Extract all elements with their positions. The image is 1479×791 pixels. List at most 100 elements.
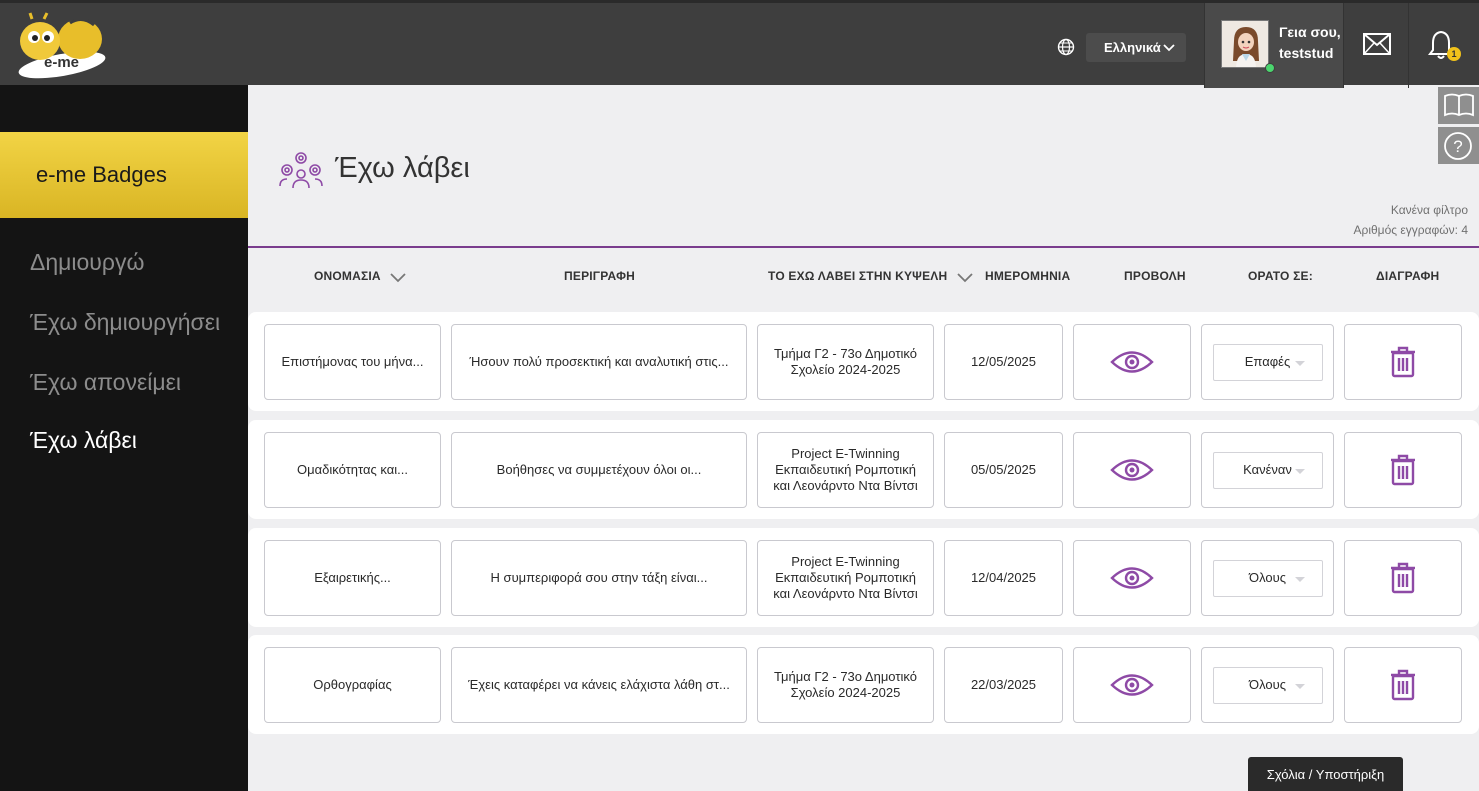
dropdown-arrow-icon xyxy=(1294,576,1305,582)
title-divider xyxy=(248,246,1479,248)
visibility-select[interactable]: Επαφές xyxy=(1212,343,1323,381)
badge-date: 12/05/2025 xyxy=(970,354,1037,369)
sidebar: e-me Badges Δημιουργώ Έχω δημιουργήσει Έ… xyxy=(0,85,248,791)
view-badge-button[interactable] xyxy=(1073,432,1191,508)
table-row: Εξαιρετικής... Η συμπεριφορά σου στην τά… xyxy=(248,528,1479,627)
badge-name: Εξαιρετικής... xyxy=(314,570,391,585)
view-badge-button[interactable] xyxy=(1073,324,1191,400)
e-me-logo[interactable]: e-me xyxy=(10,11,110,79)
view-badge-button[interactable] xyxy=(1073,540,1191,616)
column-header-date: ΗΜΕΡΟΜΗΝΙΑ xyxy=(985,269,1071,283)
records-count: Αριθμός εγγραφών: 4 xyxy=(1353,223,1468,237)
delete-badge-button[interactable] xyxy=(1344,540,1462,616)
badge-description: Βοήθησες να συμμετέχουν όλοι οι... xyxy=(496,462,702,477)
visibility-select[interactable]: Κανέναν xyxy=(1212,451,1323,489)
sidebar-item-create[interactable]: Δημιουργώ xyxy=(30,249,144,276)
badge-hive: Project E-Twinning Εκπαιδευτική Ρομποτικ… xyxy=(773,446,918,493)
badge-name: Επιστήμονας του μήνα... xyxy=(281,354,424,369)
delete-badge-button[interactable] xyxy=(1344,324,1462,400)
column-header-name[interactable]: ΟΝΟΜΑΣΙΑ xyxy=(314,269,406,283)
badge-hive-cell: Project E-Twinning Εκπαιδευτική Ρομποτικ… xyxy=(757,540,934,616)
column-header-hive-label: ΤΟ ΕΧΩ ΛΑΒΕΙ ΣΤΗΝ ΚΥΨΕΛΗ xyxy=(768,269,948,283)
badge-name: Ορθογραφίας xyxy=(313,677,392,692)
visibility-value: Επαφές xyxy=(1244,354,1291,369)
badge-date-cell: 05/05/2025 xyxy=(944,432,1063,508)
table-row: Ομαδικότητας και... Βοήθησες να συμμετέχ… xyxy=(248,420,1479,519)
sort-chevron-icon xyxy=(390,273,406,283)
badge-date-cell: 12/05/2025 xyxy=(944,324,1063,400)
trash-icon xyxy=(1391,454,1415,486)
visibility-cell: Όλους xyxy=(1201,540,1334,616)
badge-description: Ήσουν πολύ προσεκτική και αναλυτική στις… xyxy=(469,354,729,369)
trash-icon xyxy=(1391,562,1415,594)
badge-hive-cell: Project E-Twinning Εκπαιδευτική Ρομποτικ… xyxy=(757,432,934,508)
badge-description: Η συμπεριφορά σου στην τάξη είναι... xyxy=(490,570,708,585)
online-status-indicator xyxy=(1265,63,1275,73)
badge-date-cell: 12/04/2025 xyxy=(944,540,1063,616)
user-greeting: Γεια σου, teststud xyxy=(1279,22,1341,64)
column-header-view: ΠΡΟΒΟΛΗ xyxy=(1124,269,1186,283)
eye-icon xyxy=(1110,567,1154,589)
messages-button[interactable] xyxy=(1345,3,1409,88)
mail-icon xyxy=(1363,33,1391,55)
sidebar-app-title[interactable]: e-me Badges xyxy=(0,132,248,218)
table-row: Ορθογραφίας Έχεις καταφέρει να κάνεις ελ… xyxy=(248,635,1479,734)
visibility-value: Όλους xyxy=(1249,570,1286,585)
visibility-cell: Επαφές xyxy=(1201,324,1334,400)
badge-date: 12/04/2025 xyxy=(970,570,1037,585)
column-header-visibility: ΟΡΑΤΟ ΣΕ: xyxy=(1248,269,1313,283)
trash-icon xyxy=(1391,669,1415,701)
sidebar-item-created[interactable]: Έχω δημιουργήσει xyxy=(30,309,220,336)
sidebar-item-received[interactable]: Έχω λάβει xyxy=(30,427,137,454)
user-menu[interactable]: Γεια σου, teststud xyxy=(1204,3,1344,88)
view-badge-button[interactable] xyxy=(1073,647,1191,723)
logo-text: e-me xyxy=(44,54,79,71)
badge-hive-cell: Τμήμα Γ2 - 73ο Δημοτικό Σχολείο 2024-202… xyxy=(757,647,934,723)
eye-icon xyxy=(1110,459,1154,481)
sidebar-item-awarded[interactable]: Έχω απονείμει xyxy=(30,369,181,396)
globe-icon xyxy=(1057,38,1075,56)
badge-date-cell: 22/03/2025 xyxy=(944,647,1063,723)
delete-badge-button[interactable] xyxy=(1344,432,1462,508)
chevron-down-icon xyxy=(1163,44,1175,52)
svg-text:?: ? xyxy=(1453,137,1462,156)
delete-badge-button[interactable] xyxy=(1344,647,1462,723)
manual-button[interactable] xyxy=(1438,87,1479,124)
visibility-value: Όλους xyxy=(1249,677,1286,692)
badge-description-cell: Έχεις καταφέρει να κάνεις ελάχιστα λάθη … xyxy=(451,647,747,723)
avatar xyxy=(1221,20,1269,68)
badge-hive: Project E-Twinning Εκπαιδευτική Ρομποτικ… xyxy=(773,554,918,601)
badge-name-cell: Εξαιρετικής... xyxy=(264,540,441,616)
filter-status: Κανένα φίλτρο xyxy=(1390,203,1468,217)
visibility-select[interactable]: Όλους xyxy=(1212,559,1323,597)
language-label: Ελληνικά xyxy=(1104,40,1161,55)
sort-chevron-icon xyxy=(957,273,973,283)
eye-icon xyxy=(1110,351,1154,373)
badge-name-cell: Ομαδικότητας και... xyxy=(264,432,441,508)
trash-icon xyxy=(1391,346,1415,378)
visibility-select[interactable]: Όλους xyxy=(1212,666,1323,704)
column-header-delete: ΔΙΑΓΡΑΦΗ xyxy=(1376,269,1440,283)
help-button[interactable]: ? xyxy=(1438,127,1479,164)
eye-icon xyxy=(1110,674,1154,696)
page-title: Έχω λάβει xyxy=(335,152,470,184)
badges-icon xyxy=(279,152,323,189)
top-bar: e-me Ελληνικά Γεια σου, teststud 1 xyxy=(0,0,1479,88)
column-header-name-label: ΟΝΟΜΑΣΙΑ xyxy=(314,269,381,283)
book-icon xyxy=(1444,93,1474,117)
badge-hive: Τμήμα Γ2 - 73ο Δημοτικό Σχολείο 2024-202… xyxy=(774,669,917,700)
badge-date: 22/03/2025 xyxy=(970,677,1037,692)
badge-hive-cell: Τμήμα Γ2 - 73ο Δημοτικό Σχολείο 2024-202… xyxy=(757,324,934,400)
column-header-hive[interactable]: ΤΟ ΕΧΩ ΛΑΒΕΙ ΣΤΗΝ ΚΥΨΕΛΗ xyxy=(768,269,973,283)
badge-description-cell: Η συμπεριφορά σου στην τάξη είναι... xyxy=(451,540,747,616)
dropdown-arrow-icon xyxy=(1294,468,1305,474)
notifications-button[interactable]: 1 xyxy=(1410,3,1479,88)
feedback-support-button[interactable]: Σχόλια / Υποστήριξη xyxy=(1248,757,1403,791)
badge-date: 05/05/2025 xyxy=(970,462,1037,477)
notification-badge: 1 xyxy=(1447,47,1461,61)
badge-hive: Τμήμα Γ2 - 73ο Δημοτικό Σχολείο 2024-202… xyxy=(774,346,917,377)
table-row: Επιστήμονας του μήνα... Ήσουν πολύ προσε… xyxy=(248,312,1479,411)
column-header-description: ΠΕΡΙΓΡΑΦΗ xyxy=(564,269,635,283)
visibility-cell: Όλους xyxy=(1201,647,1334,723)
language-select[interactable]: Ελληνικά xyxy=(1086,33,1186,62)
